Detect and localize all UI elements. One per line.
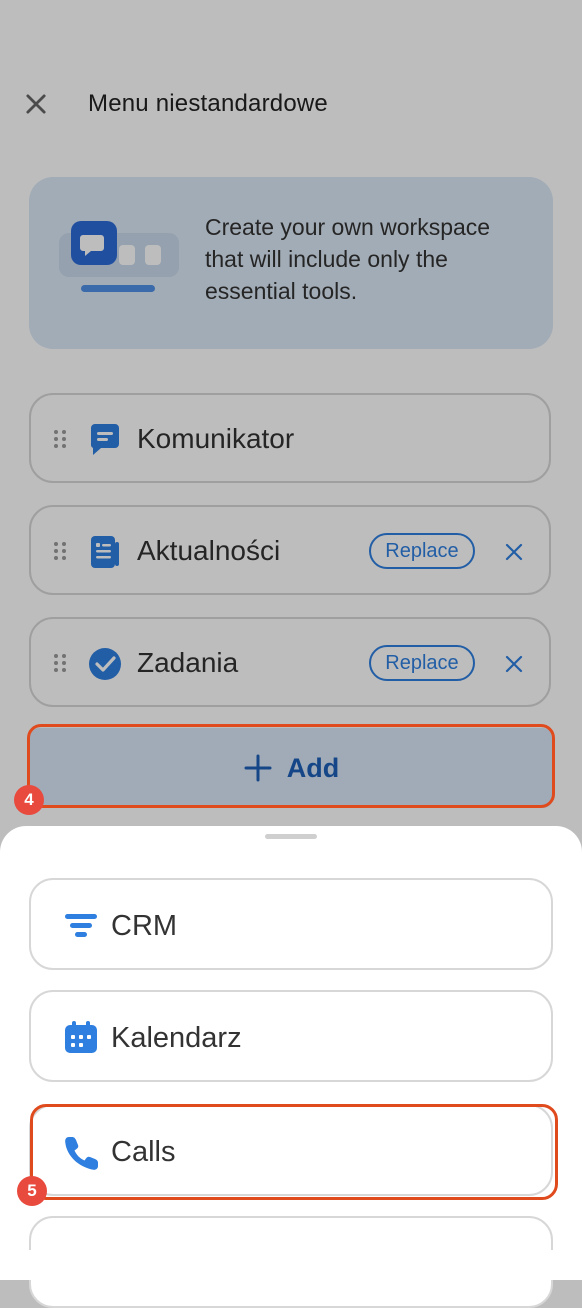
phone-icon [63, 1134, 99, 1170]
step-badge-4: 4 [14, 785, 44, 815]
crm-filter-icon [63, 908, 99, 944]
option-crm[interactable]: CRM [29, 878, 553, 970]
option-kalendarz[interactable]: Kalendarz [29, 990, 553, 1082]
option-label: CRM [111, 910, 178, 942]
option-label: Calls [111, 1136, 176, 1168]
option-label: Kalendarz [111, 1022, 242, 1054]
screen: Menu niestandardowe Create your own work… [0, 0, 582, 1308]
bottom-sheet: CRM Kalendarz Calls [0, 826, 582, 1308]
option-calls[interactable]: Calls [29, 1104, 553, 1196]
calendar-icon [63, 1020, 99, 1056]
step-badge-5: 5 [17, 1176, 47, 1206]
bottom-fade [0, 1250, 582, 1280]
sheet-handle[interactable] [265, 834, 317, 839]
